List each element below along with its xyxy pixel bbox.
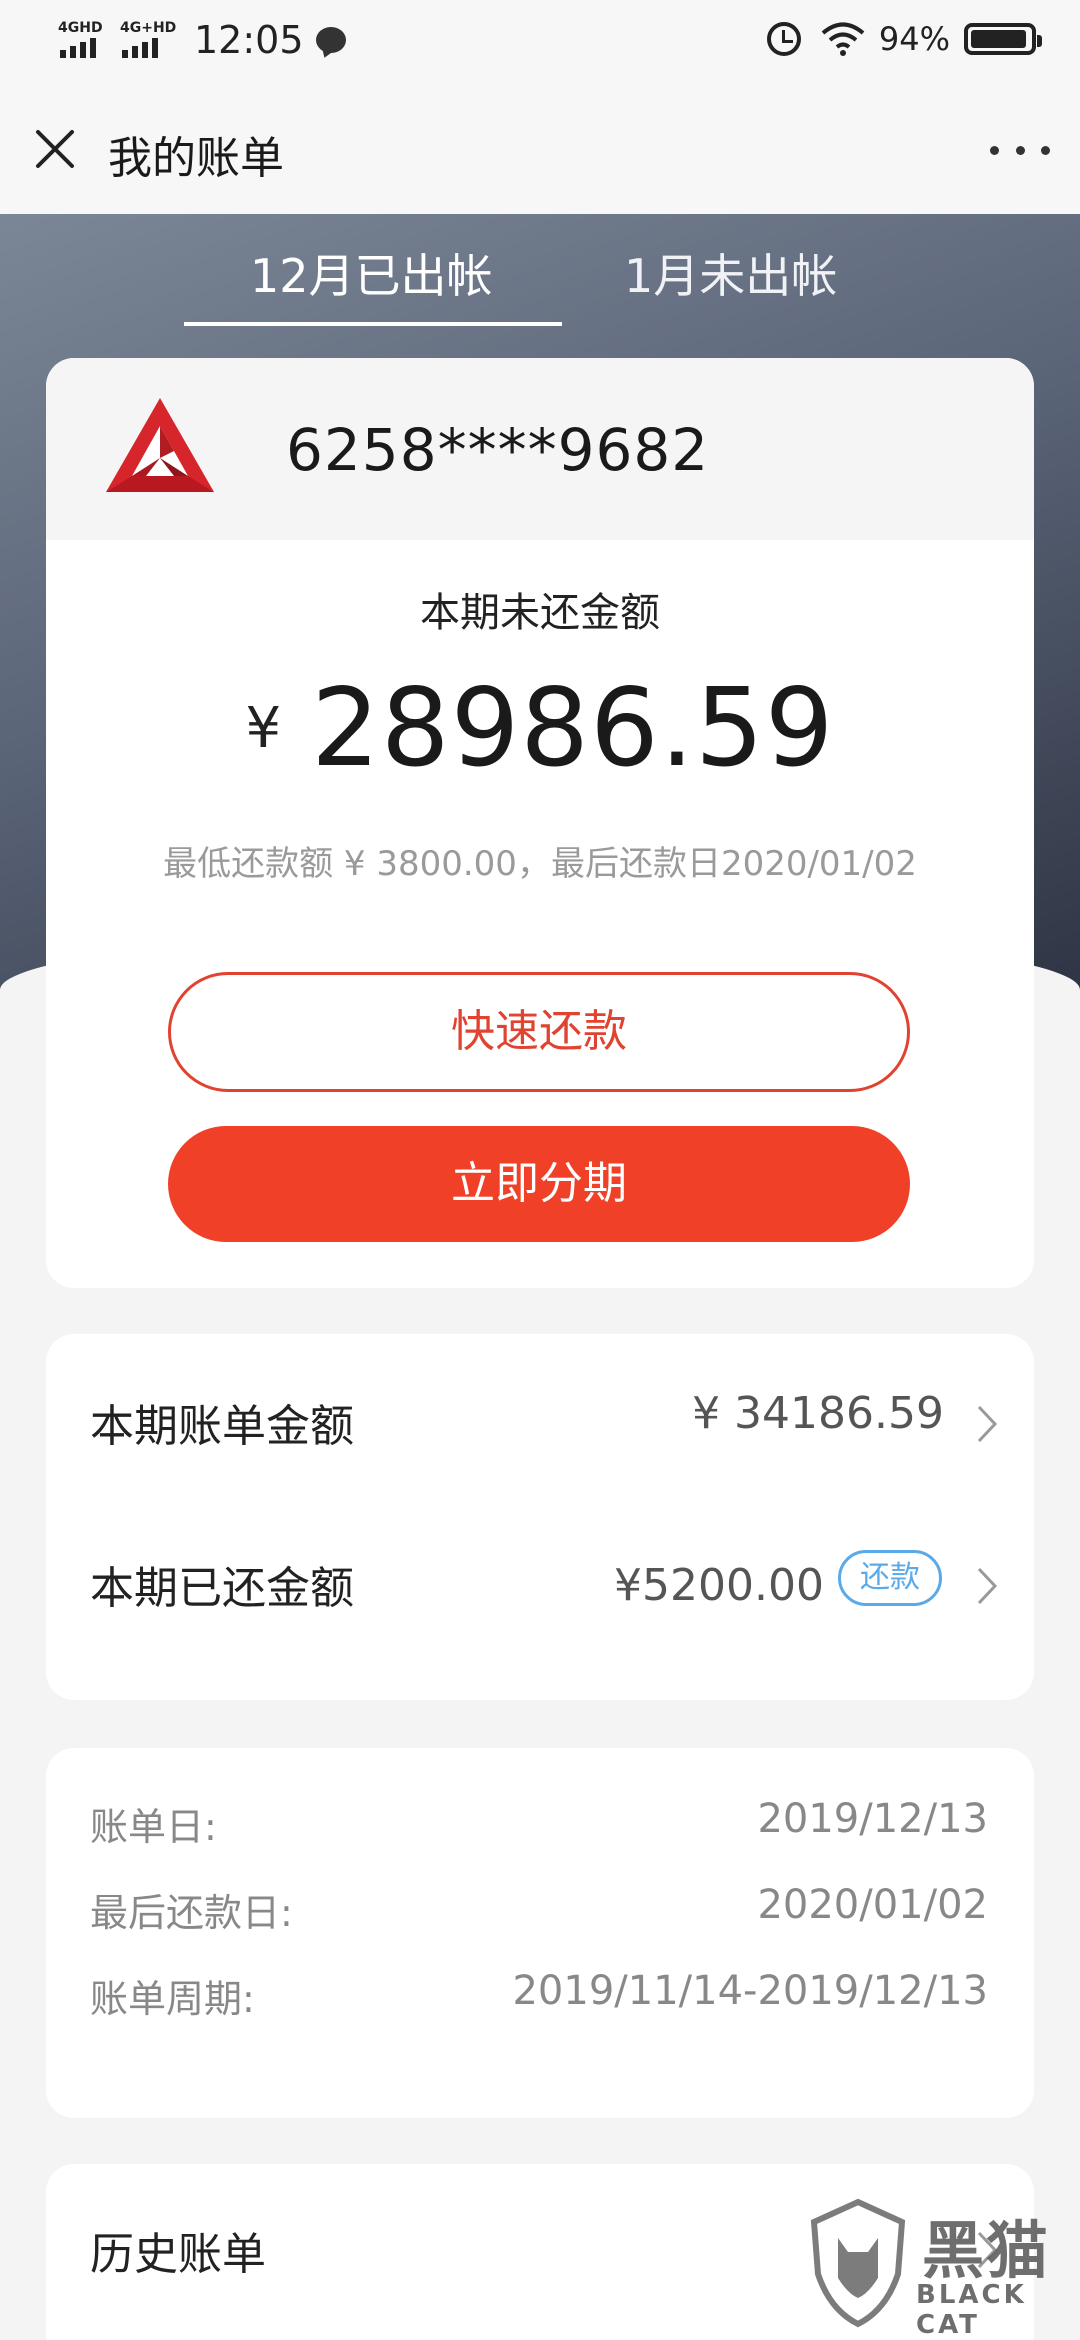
- card-header: 6258****9682: [46, 358, 1034, 540]
- due-date-value: 2020/01/02: [757, 1882, 988, 1928]
- watermark-cn: 黑猫: [922, 2214, 1051, 2287]
- battery-icon: [964, 23, 1042, 55]
- chevron-right-icon: [977, 1405, 998, 1443]
- tab-issued[interactable]: 12月已出帐: [250, 240, 493, 306]
- black-cat-logo-icon: [810, 2198, 906, 2328]
- bank-logo-icon: [106, 398, 214, 492]
- signal-icon: 4GHD: [58, 20, 110, 60]
- more-icon[interactable]: [990, 130, 1050, 170]
- statement-date-value: 2019/12/13: [757, 1796, 988, 1842]
- repay-tag[interactable]: 还款: [838, 1550, 942, 1606]
- billing-period-row: 账单周期: 2019/11/14-2019/12/13: [46, 1968, 1034, 2028]
- bill-tabs: 12月已出帐 1月未出帐: [0, 214, 1080, 330]
- min-payment-text: 最低还款额 ¥ 3800.00，最后还款日2020/01/02: [163, 844, 917, 884]
- tab-unissued[interactable]: 1月未出帐: [624, 240, 837, 306]
- billing-period-label: 账单周期:: [90, 1977, 255, 2021]
- message-icon: [315, 27, 346, 53]
- signal-label-2: 4G+HD: [120, 20, 177, 36]
- status-bar: 4GHD 4G+HD 12:05 94%: [0, 0, 1080, 84]
- signal-icon-2: 4G+HD: [120, 20, 176, 60]
- due-date-row: 最后还款日: 2020/01/02: [46, 1882, 1034, 1942]
- paid-amount-label: 本期已还金额: [90, 1563, 354, 1614]
- installment-button[interactable]: 立即分期: [168, 1126, 910, 1242]
- unpaid-amount-row: ¥28986.59: [46, 666, 1034, 791]
- bill-card: 6258****9682 本期未还金额 ¥28986.59 最低还款额 ¥ 38…: [46, 358, 1034, 1288]
- status-time: 12:05: [194, 18, 304, 62]
- history-label: 历史账单: [90, 2229, 266, 2280]
- status-right: 94%: [766, 20, 1042, 58]
- currency-symbol: ¥: [245, 696, 282, 761]
- bill-amount-value: ¥ 34186.59: [692, 1388, 944, 1439]
- close-icon[interactable]: [30, 124, 80, 174]
- unpaid-label: 本期未还金额: [420, 590, 660, 636]
- nav-bar: 我的账单: [0, 84, 1080, 214]
- status-left: 4GHD 4G+HD 12:05: [58, 18, 346, 62]
- signal-label-1: 4GHD: [58, 20, 103, 36]
- statement-date-row: 账单日: 2019/12/13: [46, 1796, 1034, 1856]
- wifi-icon: [821, 22, 865, 56]
- paid-amount-row[interactable]: 本期已还金额 ¥5200.00 还款: [46, 1526, 1034, 1636]
- watermark: 黑猫 BLACK CAT: [800, 2190, 1080, 2340]
- amounts-card: 本期账单金额 ¥ 34186.59 本期已还金额 ¥5200.00 还款: [46, 1334, 1034, 1700]
- quick-pay-button[interactable]: 快速还款: [168, 972, 910, 1092]
- paid-amount-value: ¥5200.00: [614, 1560, 824, 1611]
- card-number: 6258****9682: [286, 416, 710, 484]
- unpaid-amount: 28986.59: [311, 666, 835, 791]
- statement-date-label: 账单日:: [90, 1805, 217, 1849]
- tab-active-indicator: [184, 322, 562, 326]
- page-title: 我的账单: [108, 133, 284, 184]
- battery-percent: 94%: [878, 20, 950, 58]
- billing-period-value: 2019/11/14-2019/12/13: [512, 1968, 988, 2014]
- due-date-label: 最后还款日:: [90, 1891, 293, 1935]
- chevron-right-icon: [977, 1567, 998, 1605]
- bill-amount-label: 本期账单金额: [90, 1401, 354, 1452]
- watermark-en: BLACK CAT: [916, 2280, 1027, 2340]
- alarm-icon: [766, 22, 801, 56]
- bill-amount-row[interactable]: 本期账单金额 ¥ 34186.59: [46, 1364, 1034, 1474]
- dates-card: 账单日: 2019/12/13 最后还款日: 2020/01/02 账单周期: …: [46, 1748, 1034, 2118]
